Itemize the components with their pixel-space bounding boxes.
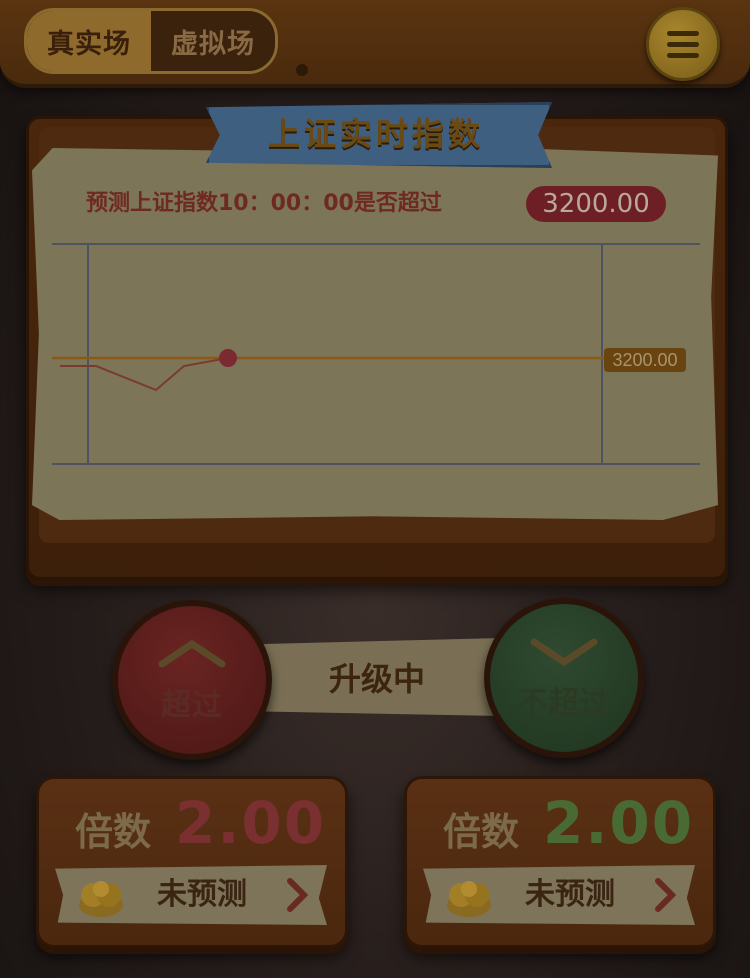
board-title: 上证实时指数 xyxy=(267,115,484,153)
not-over-button[interactable]: 不超过 xyxy=(484,598,644,758)
gold-ingot-icon xyxy=(447,881,491,917)
chevron-right-icon[interactable] xyxy=(285,877,309,913)
prediction-question: 预测上证指数10：00：00是否超过 xyxy=(86,191,442,216)
multiplier-label: 倍数 xyxy=(75,810,152,854)
over-button[interactable]: 超过 xyxy=(112,600,272,760)
not-over-button-label: 不超过 xyxy=(517,686,611,721)
index-chart: 3200.00 xyxy=(52,243,700,465)
chevron-right-icon[interactable] xyxy=(653,877,677,913)
index-series-line xyxy=(60,357,229,392)
threshold-label: 3200.00 xyxy=(612,350,677,370)
latest-value-point xyxy=(219,349,237,367)
mode-toggle: 真实场 虚拟场 xyxy=(24,8,278,74)
nail-decoration xyxy=(296,64,308,76)
bet-status[interactable]: 未预测 xyxy=(495,869,645,921)
top-bar: 真实场 虚拟场 xyxy=(0,0,750,88)
multiplier-value: 2.00 xyxy=(543,789,695,857)
chevron-up-icon xyxy=(158,639,226,668)
over-button-label: 超过 xyxy=(161,688,223,723)
bet-status[interactable]: 未预测 xyxy=(127,869,277,921)
multiplier-value: 2.00 xyxy=(175,789,327,857)
menu-list-icon[interactable] xyxy=(646,7,720,81)
mode-virtual-button[interactable]: 虚拟场 xyxy=(151,11,275,71)
status-text: 升级中 xyxy=(328,660,425,698)
gold-ingot-icon xyxy=(79,881,123,917)
bet-card-not-over: 倍数 2.00 未预测 xyxy=(404,776,716,948)
bet-card-over: 倍数 2.00 未预测 xyxy=(36,776,348,948)
chevron-down-icon xyxy=(530,638,598,666)
multiplier-label: 倍数 xyxy=(443,810,520,854)
target-value-badge: 3200.00 xyxy=(526,186,666,222)
mode-real-button[interactable]: 真实场 xyxy=(27,11,151,71)
